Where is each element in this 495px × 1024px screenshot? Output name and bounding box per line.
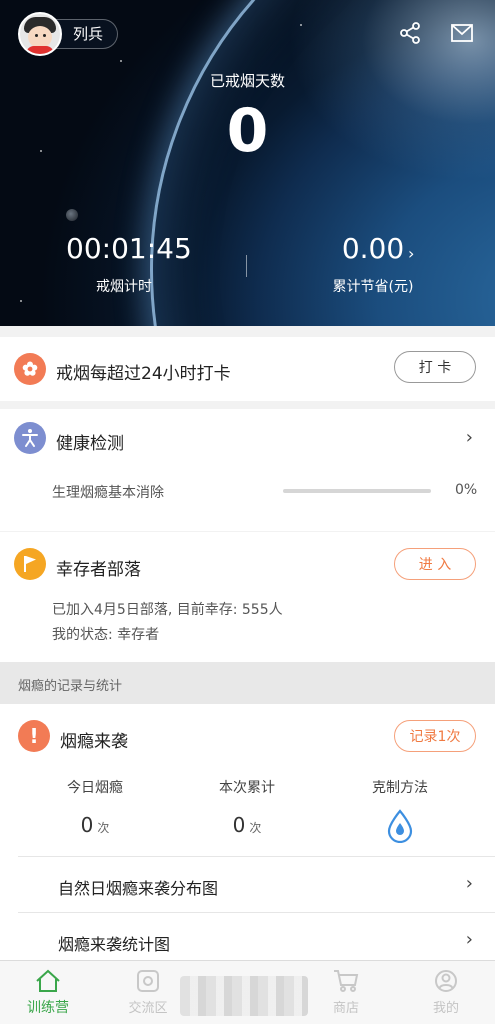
quit-timer-label: 戒烟计时 [96,279,152,295]
checkin-button[interactable]: 打 卡 [394,351,476,383]
obscured-tab-region [180,976,308,1016]
tribe-status-text: 我的状态: 幸存者 [52,627,160,643]
link-label: 烟瘾来袭统计图 [58,935,171,954]
chevron-right-icon[interactable]: › [466,427,473,448]
section-header: 烟瘾的记录与统计 [0,662,495,704]
stat-value: 0次 [80,813,110,837]
tab-label: 商店 [332,1001,359,1016]
person-icon [14,422,46,454]
stat-label: 克制方法 [372,780,428,796]
share-icon[interactable] [395,18,425,48]
user-profile-chip[interactable]: 列兵 [18,12,119,56]
avatar[interactable] [18,12,62,56]
record-craving-button[interactable]: 记录1次 [394,720,476,752]
chevron-right-icon: › [465,873,473,894]
tab-community[interactable]: 交流区 [108,967,188,1016]
daily-distribution-link[interactable]: 自然日烟瘾来袭分布图 › [18,856,495,913]
survivor-tribe-title: 幸存者部落 [56,560,141,580]
stat-label: 今日烟瘾 [67,780,123,796]
stat-value: 0次 [232,813,262,837]
tab-label: 交流区 [128,1001,168,1016]
flag-icon [14,548,46,580]
chevron-right-icon[interactable]: › [408,244,414,263]
health-item-label: 生理烟瘾基本消除 [52,485,164,501]
home-icon [8,967,88,995]
section-header-label: 烟瘾的记录与统计 [18,679,123,694]
health-check-card[interactable]: 健康检测 › 生理烟瘾基本消除 0% [0,409,495,531]
tab-label: 训练营 [27,1000,69,1016]
cart-icon [306,967,386,995]
health-check-title: 健康检测 [56,434,124,454]
quit-days-label: 已戒烟天数 [209,72,285,90]
water-drop-icon[interactable] [340,809,460,843]
tribe-joined-text: 已加入4月5日部落, 目前幸存: 555人 [52,602,283,618]
moon-decoration [66,209,78,221]
star-decoration [120,60,122,62]
coping-methods[interactable]: 克制方法 [340,777,460,843]
checkin-text: 戒烟每超过24小时打卡 [56,364,231,384]
tab-label: 我的 [432,1001,459,1016]
health-progress-bar [283,489,431,493]
tab-profile[interactable]: 我的 [406,967,486,1016]
savings-value[interactable]: 0.00 [330,232,416,265]
enter-tribe-button[interactable]: 进 入 [394,548,476,580]
chevron-right-icon: › [465,929,473,950]
mail-icon[interactable] [447,18,477,48]
health-progress-value: 0% [455,482,478,498]
craving-title: 烟瘾来袭 [60,732,128,752]
session-cravings-stat: 本次累计 0次 [187,777,307,837]
tab-shop[interactable]: 商店 [306,967,386,1016]
craving-card: ! 烟瘾来袭 记录1次 今日烟瘾 0次 本次累计 0次 克制方法 自然日烟瘾来袭… [0,704,495,960]
flower-icon [14,353,46,385]
star-decoration [300,24,302,26]
profile-icon [406,967,486,995]
quit-days-value: 0 [226,96,269,166]
stat-label: 本次累计 [219,780,275,796]
survivor-tribe-card: 幸存者部落 进 入 已加入4月5日部落, 目前幸存: 555人 我的状态: 幸存… [0,532,495,662]
checkin-card: 戒烟每超过24小时打卡 打 卡 [0,337,495,401]
tab-training-camp[interactable]: 训练营 [8,967,88,1017]
stats-divider [246,255,247,277]
today-cravings-stat: 今日烟瘾 0次 [35,777,155,837]
quit-timer-value: 00:01:45 [66,232,192,265]
link-label: 自然日烟瘾来袭分布图 [58,879,219,898]
hero-banner: 列兵 已戒烟天数 0 00:01:45 戒烟计时 0.00 › 累计节省(元) [0,0,495,326]
star-decoration [20,300,22,302]
camera-icon [108,967,188,995]
savings-label: 累计节省(元) [332,279,414,295]
alert-icon: ! [18,720,50,752]
